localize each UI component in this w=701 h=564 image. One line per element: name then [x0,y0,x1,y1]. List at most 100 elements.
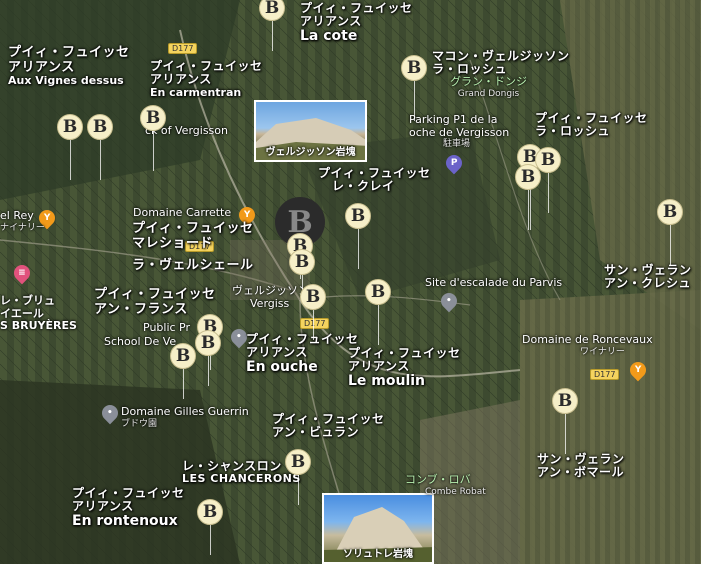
climat-ja: マレショード [132,235,214,251]
vineyard-marker-icon[interactable]: B [87,114,113,140]
climat-label[interactable]: プイィ・フュイッセ アリアンス En carmentran [150,59,263,99]
marker-stem [210,525,211,555]
place-label: Combe Robat [425,486,486,497]
place-bruyeres[interactable]: レ・ブリュ イエール S BRUYÈRES [0,294,77,333]
photo-caption: ヴェルジッソン岩塊 [265,147,356,158]
vineyard-marker-icon[interactable]: B [197,499,223,525]
place-label: Domaine Gilles Guerrin [121,405,249,418]
place-el-rey[interactable]: el Rey ナイナリー [0,209,45,233]
marker-stem [272,21,273,51]
climat-label[interactable]: プイィ・フュイッセ アリアンス Le moulin [348,346,461,390]
climat-fr: En rontenoux [72,512,178,529]
climat-label[interactable]: プイィ・フュイッセ マレショード [132,221,254,251]
marker-stem [670,225,671,265]
marker-stem [414,81,415,121]
climat-ja: ラ・ロッシュ [432,62,508,77]
vineyard-marker-icon[interactable]: B [170,343,196,369]
climat-ja: ラ・ロッシュ [535,124,611,139]
place-escalade[interactable]: Site d'escalade du Parvis [425,276,562,290]
climat-label[interactable]: プイィ・フュイッセ アン・フランス [94,287,216,317]
place-public[interactable]: Public Pr [143,321,190,335]
climat-label[interactable]: ラ・ヴェルシェール [132,258,254,274]
climat-label[interactable]: サン・ヴェラン アン・クレシュ [604,263,692,291]
climat-label[interactable]: レ・シャンスロン LES CHANCERONS [182,459,301,486]
climat-fr: Aux Vignes dessus [8,74,124,88]
marker-stem [565,414,566,454]
climat-fr: La cote [300,27,358,44]
marker-stem [183,369,184,399]
marker-stem [313,310,314,340]
climat-label[interactable]: プイィ・フュイッセ ラ・ロッシュ [535,111,648,139]
climat-label[interactable]: プイィ・フュイッセ アリアンス En ouche [246,332,359,376]
vineyard-marker-icon[interactable]: B [365,279,391,305]
place-label: el Rey [0,209,34,222]
marker-stem [70,140,71,180]
climat-fr: En carmentran [150,85,242,99]
marker-stem [548,173,549,213]
place-label: Parking P1 de la [409,113,498,126]
place-school[interactable]: School De Ve [104,335,176,349]
marker-stem [358,229,359,269]
place-vergisson[interactable]: ヴェルジッソン Vergiss [232,284,309,310]
climat-ja: アリアンス [300,14,362,29]
place-grand-dongis[interactable]: グラン・ドンジ Grand Dongis [450,75,527,99]
climat-ja: プイィ・フュイッセ [8,45,130,60]
vineyard-marker-icon[interactable]: B [401,55,427,81]
climat-ja: プイィ・フュイッセ [132,221,254,236]
rock-photo[interactable]: ソリュトレ岩塊 [322,493,434,564]
climat-label[interactable]: サン・ヴェラン アン・ボマール [537,452,625,480]
place-combe-robat[interactable]: コンブ・ロバ Combe Robat [405,473,486,497]
climat-fr: LES CHANCERONS [182,472,301,486]
vineyard-marker-icon[interactable]: B [140,105,166,131]
climat-label[interactable]: プイィ・フュイッセ アン・ビュラン [272,412,385,440]
climat-label[interactable]: プイィ・フュイッセ レ・クレイ [318,166,431,194]
place-label-ja: グラン・ドンジ [450,75,527,88]
vineyard-marker-icon[interactable]: B [552,388,578,414]
marker-stem [100,140,101,180]
vineyard-marker-icon[interactable]: B [657,199,683,225]
road-badge: D177 [300,318,330,329]
road-badge: D177 [168,43,198,54]
place-sublabel: ナイナリー [0,222,45,233]
place-label: Grand Dongis [457,88,520,99]
climat-ja: アリアンス [348,359,410,374]
vineyard-marker-icon[interactable]: B [515,164,541,190]
climat-label[interactable]: マコン・ヴェルジッソン ラ・ロッシュ [432,49,570,77]
climat-ja: アリアンス [246,345,308,360]
satellite-map[interactable]: D177 D177 D177 D177 ヴェルジッソン岩塊 ソリュトレ岩塊 P … [0,0,701,564]
marker-stem [153,131,154,171]
rock-photo[interactable]: ヴェルジッソン岩塊 [254,100,367,162]
climat-ja: レ・クレイ [332,179,395,194]
place-parking[interactable]: Parking P1 de la oche de Vergisson 駐車場 [409,113,509,150]
climat-label[interactable]: プイィ・フュイッセ アリアンス La cote [300,1,413,45]
marker-stem [378,305,379,345]
place-label: Domaine Carrette [133,206,232,219]
climat-ja: アリアンス [150,72,212,87]
vineyard-marker-icon[interactable]: B [285,449,311,475]
climat-ja: ラ・ヴェルシェール [132,258,254,273]
climat-ja: アン・ボマール [537,465,625,480]
marker-stem [208,356,209,386]
climat-ja: アン・フランス [94,301,188,317]
place-label: ヴェルジッソン [232,284,309,297]
vineyard-marker-icon[interactable]: B [300,284,326,310]
vineyard-marker-icon[interactable]: B [289,249,315,275]
place-label-ja: レ・ブリュ [0,294,55,307]
vineyard-marker-icon[interactable]: B [195,330,221,356]
marker-stem [298,475,299,505]
place-sublabel: 駐車場 [443,139,471,150]
place-label: Domaine de Roncevaux [522,333,653,346]
place-label-ja: コンブ・ロバ [405,473,471,486]
vineyard-marker-icon[interactable]: B [345,203,371,229]
place-domaine-carrette[interactable]: Domaine Carrette [133,206,232,220]
marker-stem [528,190,529,230]
place-sublabel: ブドウ園 [121,418,158,429]
climat-label[interactable]: プイィ・フュイッセ アリアンス Aux Vignes dessus [8,45,130,88]
climat-label[interactable]: プイィ・フュイッセ アリアンス En rontenoux [72,486,185,530]
climat-ja: アン・クレシュ [604,276,692,291]
place-roncevaux[interactable]: Domaine de Roncevaux ワイナリー [522,333,653,357]
climat-ja: アリアンス [72,499,134,514]
place-guerrin[interactable]: Domaine Gilles Guerrin ブドウ園 [121,405,249,429]
vineyard-marker-icon[interactable]: B [57,114,83,140]
climat-ja: アン・ビュラン [272,425,360,440]
